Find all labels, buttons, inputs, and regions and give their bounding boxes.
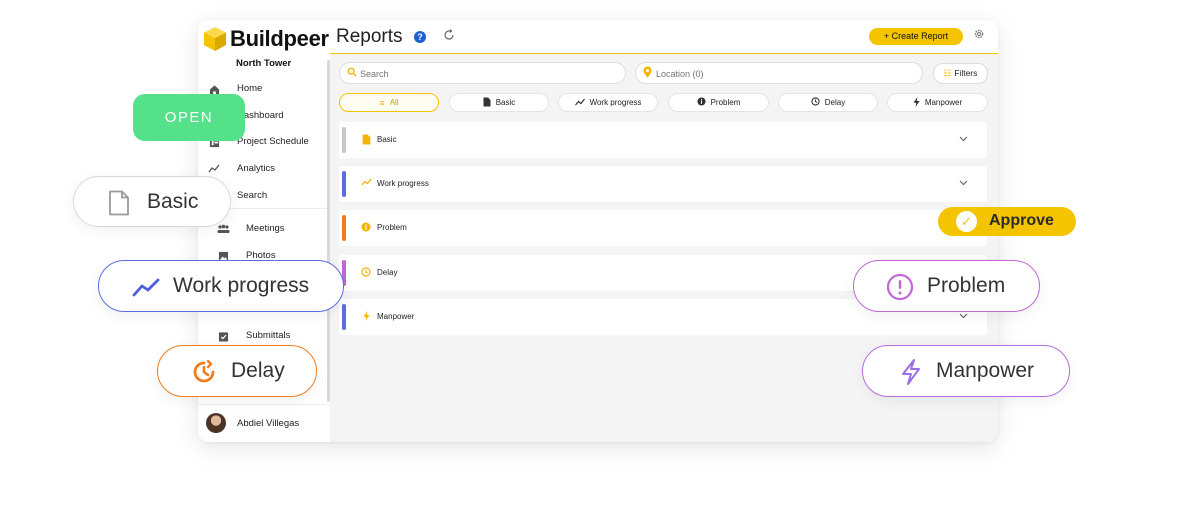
bolt-icon: [360, 311, 372, 323]
open-status-pill: OPEN: [133, 94, 245, 141]
location-input-wrapper: [635, 62, 923, 84]
tab-basic[interactable]: Basic: [449, 93, 549, 112]
basic-pill-label: Basic: [147, 190, 199, 213]
tab-label: Delay: [824, 98, 846, 107]
page-title: Reports: [336, 26, 403, 47]
sidebar-item-label: Search: [237, 190, 268, 201]
sidebar-item-label: Home: [237, 83, 263, 94]
report-row-work-progress[interactable]: Work progress: [339, 166, 987, 202]
tab-manpower[interactable]: Manpower: [887, 93, 988, 112]
clock-icon: [811, 97, 820, 108]
category-color-bar: [342, 215, 346, 241]
refresh-icon[interactable]: [442, 29, 456, 43]
search-input[interactable]: [360, 66, 610, 81]
tab-problem[interactable]: Problem: [668, 93, 769, 112]
list-icon: ≡: [379, 97, 385, 108]
category-color-bar: [342, 171, 346, 197]
meetings-icon: [216, 222, 230, 236]
user-name: Abdiel Villegas: [237, 418, 300, 429]
delay-category-pill: Delay: [157, 345, 317, 397]
sidebar-item-label: Submittals: [246, 330, 291, 341]
alert-circle-icon: [886, 273, 914, 306]
manpower-category-pill: Manpower: [862, 345, 1070, 397]
clock-icon: [191, 359, 217, 390]
row-label: Problem: [377, 223, 407, 232]
filters-icon: ☷: [943, 68, 952, 78]
tab-label: All: [389, 98, 399, 107]
document-icon: [483, 97, 491, 109]
tab-label: Basic: [495, 98, 516, 107]
trend-icon: [360, 178, 372, 190]
sidebar-item-label: Project Schedule: [237, 136, 309, 147]
problem-category-pill: Problem: [853, 260, 1040, 312]
avatar: [206, 413, 226, 433]
category-color-bar: [342, 304, 346, 330]
approve-label: Approve: [989, 212, 1054, 229]
bolt-icon: [901, 358, 921, 391]
sidebar-item-label: Meetings: [246, 223, 285, 234]
row-label: Delay: [377, 268, 398, 277]
basic-category-pill: Basic: [73, 176, 231, 227]
row-label: Work progress: [377, 179, 429, 188]
work-progress-category-pill: Work progress: [98, 260, 344, 312]
document-icon: [108, 190, 130, 221]
submittals-icon: [216, 329, 230, 343]
location-input[interactable]: [656, 66, 906, 81]
work-progress-pill-label: Work progress: [173, 274, 310, 297]
help-icon[interactable]: ?: [414, 31, 426, 43]
bolt-icon: [913, 96, 920, 109]
check-icon: ✓: [956, 211, 977, 232]
project-name[interactable]: North Tower: [236, 58, 291, 69]
tab-label: Work progress: [589, 98, 642, 107]
row-label: Manpower: [377, 312, 415, 321]
chevron-down-icon[interactable]: [959, 311, 968, 321]
tab-all[interactable]: ≡ All: [339, 93, 439, 112]
page-header: Reports ? + Create Report: [330, 20, 998, 54]
chevron-down-icon[interactable]: [959, 178, 968, 188]
tab-work-progress[interactable]: Work progress: [558, 93, 658, 112]
info-icon: [697, 97, 706, 108]
row-label: Basic: [377, 135, 397, 144]
trend-icon: [132, 278, 160, 302]
gear-icon[interactable]: [971, 28, 987, 44]
user-profile[interactable]: Abdiel Villegas: [198, 404, 330, 442]
info-icon: [360, 222, 372, 234]
problem-pill-label: Problem: [927, 274, 1006, 297]
chevron-down-icon[interactable]: [959, 134, 968, 144]
sidebar-item-label: Analytics: [237, 163, 276, 174]
tab-label: Problem: [710, 98, 741, 107]
trend-icon: [574, 98, 585, 108]
delay-pill-label: Delay: [231, 359, 285, 382]
filters-button[interactable]: ☷ Filters: [933, 63, 988, 84]
manpower-pill-label: Manpower: [936, 359, 1035, 382]
category-color-bar: [342, 127, 346, 153]
tab-label: Manpower: [924, 98, 963, 107]
brand-name: Buildpeer: [230, 26, 329, 51]
report-row-basic[interactable]: Basic: [339, 122, 987, 158]
brand-logo[interactable]: Buildpeer: [203, 26, 329, 52]
filters-label: Filters: [954, 68, 978, 78]
analytics-icon: [207, 162, 221, 176]
approve-button[interactable]: ✓ Approve: [938, 207, 1076, 236]
tab-delay[interactable]: Delay: [778, 93, 878, 112]
search-input-wrapper: [339, 62, 626, 84]
search-icon: [347, 67, 357, 80]
document-icon: [360, 134, 372, 146]
location-pin-icon: [643, 66, 652, 81]
report-row-problem[interactable]: Problem: [339, 210, 987, 246]
buildpeer-cube-icon: [204, 27, 226, 51]
clock-icon: [360, 267, 372, 279]
create-report-button[interactable]: + Create Report: [869, 28, 963, 45]
